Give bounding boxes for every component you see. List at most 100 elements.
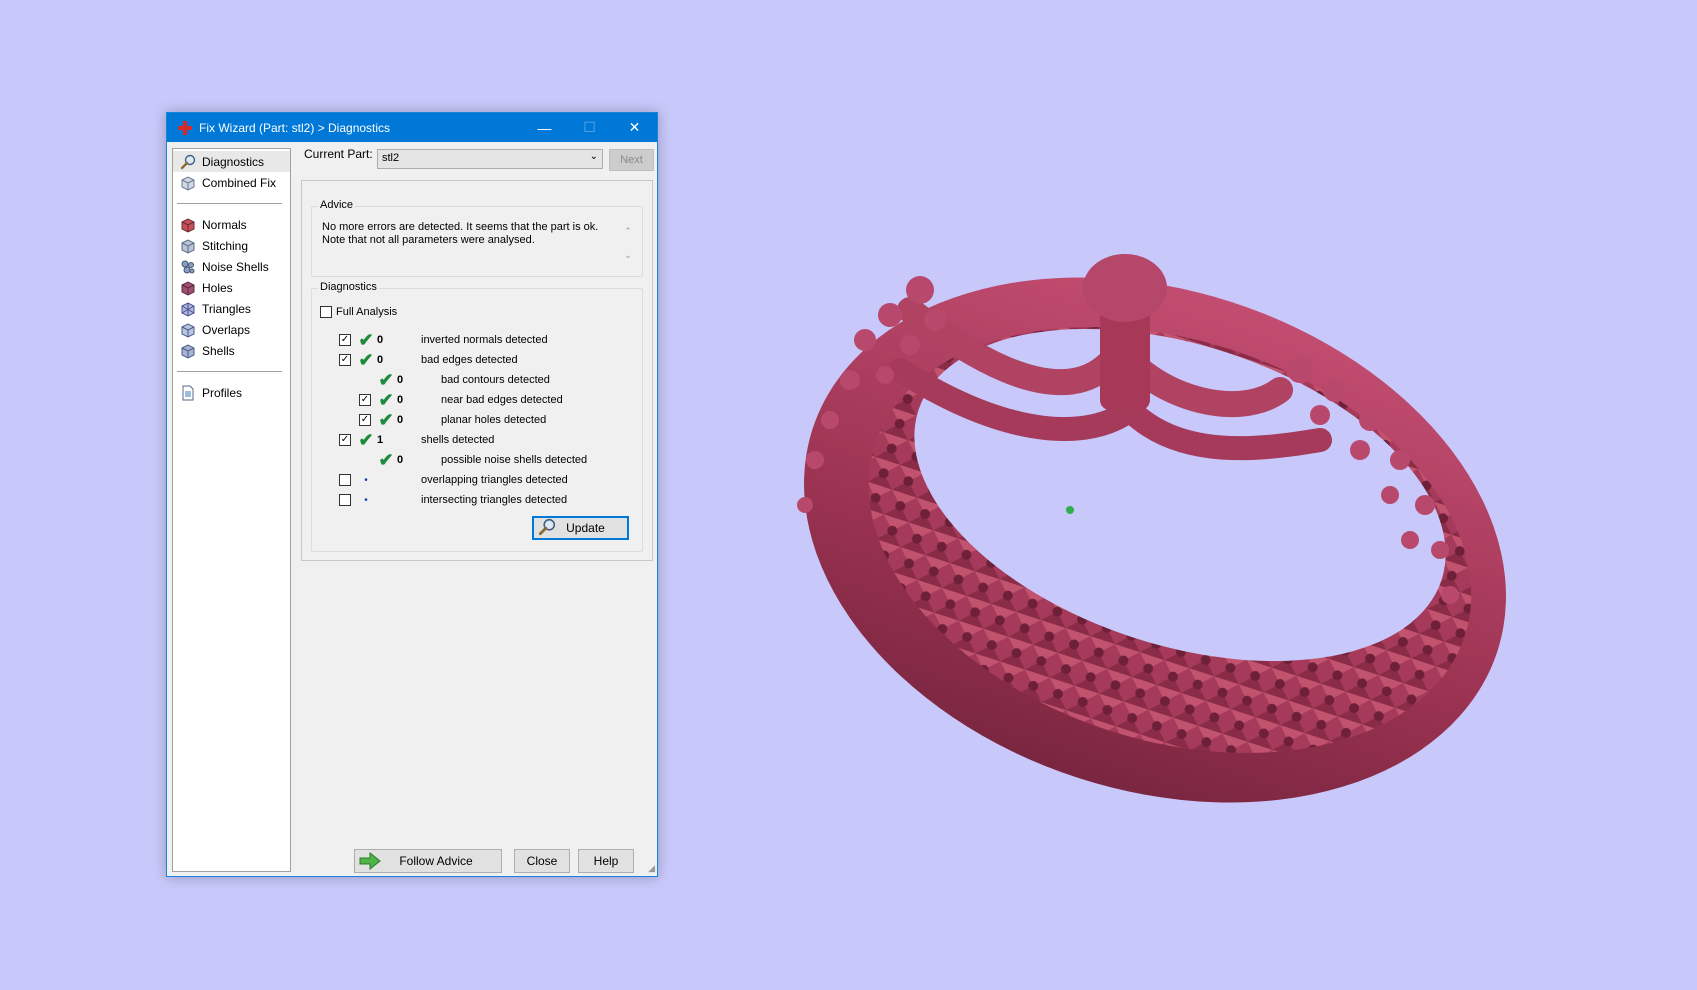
pending-dot-icon: • [364,474,368,486]
stitching-cube-icon [179,237,197,255]
diagnostic-label: shells detected [421,434,495,446]
nav-item-profiles[interactable]: Profiles [173,382,290,403]
checkmark-icon: ✔ [378,410,394,430]
diagnostic-row: ✔ 0 possible noise shells detected [359,451,587,469]
checkmark-icon: ✔ [378,370,394,390]
diagnostic-row: ✓ ✔ 0 planar holes detected [359,411,546,429]
diagnostic-row: ✓ ✔ 1 shells detected [339,431,494,449]
full-analysis-checkbox[interactable] [320,306,332,318]
checkmark-icon: ✔ [378,390,394,410]
holes-cube-icon [179,279,197,297]
fix-nav-list: Diagnostics Combined Fix Normals Stitchi… [172,148,291,872]
diagnostic-label: planar holes detected [441,414,547,426]
diagnostic-row: ✔ 0 bad contours detected [359,370,550,390]
diagnostic-row: • intersecting triangles detected [339,491,567,509]
minimize-button[interactable]: — [522,113,567,142]
nav-item-label: Holes [202,280,233,295]
shells-cube-icon [179,342,197,360]
nav-item-holes[interactable]: Holes [173,277,290,298]
app-icon [178,120,192,135]
nav-item-shells[interactable]: Shells [173,340,290,361]
diagnostic-checkbox[interactable]: ✓ [359,394,371,406]
advice-scrollbar[interactable]: ⌃ ⌄ [622,219,634,267]
next-button[interactable]: Next [609,149,654,171]
diagnostic-checkbox[interactable]: ✓ [359,414,371,426]
nav-item-label: Shells [202,343,235,358]
nav-item-noise-shells[interactable]: Noise Shells [173,256,290,277]
nav-item-diagnostics[interactable]: Diagnostics [173,151,290,172]
diagnostic-count: 0 [397,454,404,466]
scroll-up-icon[interactable]: ⌃ [622,219,634,243]
close-window-button[interactable]: ✕ [612,113,657,142]
resize-grip[interactable]: ◢ [648,863,655,874]
diagnostic-label: near bad edges detected [441,394,563,406]
nav-item-label: Normals [202,217,247,232]
diagnostic-row: ✓ ✔ 0 near bad edges detected [359,391,563,409]
diagnostic-checkbox[interactable] [339,474,351,486]
advice-line: No more errors are detected. It seems th… [322,221,599,233]
diagnostics-group-label: Diagnostics [318,281,379,293]
nav-item-normals[interactable]: Normals [173,214,290,235]
pending-dot-icon: • [364,494,368,506]
normals-cube-icon [179,216,197,234]
advice-line: Note that not all parameters were analys… [322,234,535,246]
diagnostic-row: ✓ ✔ 0 inverted normals detected [339,331,548,349]
diagnostic-row: ✓ ✔ 0 bad edges detected [339,351,518,369]
scroll-down-icon[interactable]: ⌄ [622,243,634,267]
nav-item-triangles[interactable]: Triangles [173,298,290,319]
nav-item-overlaps[interactable]: Overlaps [173,319,290,340]
nav-item-stitching[interactable]: Stitching [173,235,290,256]
nav-item-label: Overlaps [202,322,251,337]
full-analysis-label: Full Analysis [336,306,398,318]
nav-item-label: Triangles [202,301,251,316]
follow-advice-label: Follow Advice [399,854,473,868]
checkmark-icon: ✔ [358,350,374,370]
diagnostic-count: 0 [377,334,384,346]
nav-item-label: Profiles [202,385,243,400]
advice-group: Advice No more errors are detected. It s… [311,199,643,277]
current-part-value: stl2 [382,152,400,164]
full-analysis-row: Full Analysis [320,303,397,321]
window-title: Fix Wizard (Part: stl2) > Diagnostics [199,120,391,135]
nav-item-label: Combined Fix [202,175,277,190]
cube-icon [179,174,197,192]
follow-advice-button[interactable]: Follow Advice [354,849,502,873]
fix-wizard-window: Fix Wizard (Part: stl2) > Diagnostics — … [166,112,658,877]
update-button[interactable]: Update [532,516,629,540]
nav-divider [177,203,282,204]
advice-group-label: Advice [318,199,356,211]
diagnostic-checkbox[interactable]: ✓ [339,434,351,446]
diagnostic-count: 1 [377,434,384,446]
update-label: Update [566,521,605,535]
triangles-cube-icon [179,300,197,318]
checkmark-icon: ✔ [378,450,394,470]
nav-item-label: Diagnostics [202,154,265,169]
diagnostic-label: bad edges detected [421,354,518,366]
checkmark-icon: ✔ [358,330,374,350]
close-button[interactable]: Close [514,849,570,873]
arrow-right-icon [359,851,381,873]
ring-model[interactable] [760,240,1560,860]
diagnostic-label: bad contours detected [441,374,550,386]
diagnostic-checkbox[interactable]: ✓ [339,334,351,346]
magnifier-icon [179,153,197,171]
current-part-select[interactable]: stl2 ⌄ [377,149,603,169]
advice-text: No more errors are detected. It seems th… [322,221,612,247]
title-bar[interactable]: Fix Wizard (Part: stl2) > Diagnostics — … [167,113,657,142]
help-button[interactable]: Help [578,849,634,873]
maximize-button[interactable]: ☐ [567,113,612,142]
noise-shells-icon [179,258,197,276]
diagnostic-label: inverted normals detected [421,334,548,346]
diagnostic-checkbox[interactable] [339,494,351,506]
nav-item-label: Stitching [202,238,249,253]
diagnostic-label: intersecting triangles detected [421,494,568,506]
nav-item-combined-fix[interactable]: Combined Fix [173,172,290,193]
diagnostic-count: 0 [377,354,384,366]
diagnostic-checkbox[interactable]: ✓ [339,354,351,366]
nav-divider [177,371,282,372]
checkmark-icon: ✔ [358,430,374,450]
document-icon [179,384,197,402]
diagnostic-label: overlapping triangles detected [421,474,568,486]
magnifier-icon [538,518,556,539]
nav-item-label: Noise Shells [202,259,269,274]
